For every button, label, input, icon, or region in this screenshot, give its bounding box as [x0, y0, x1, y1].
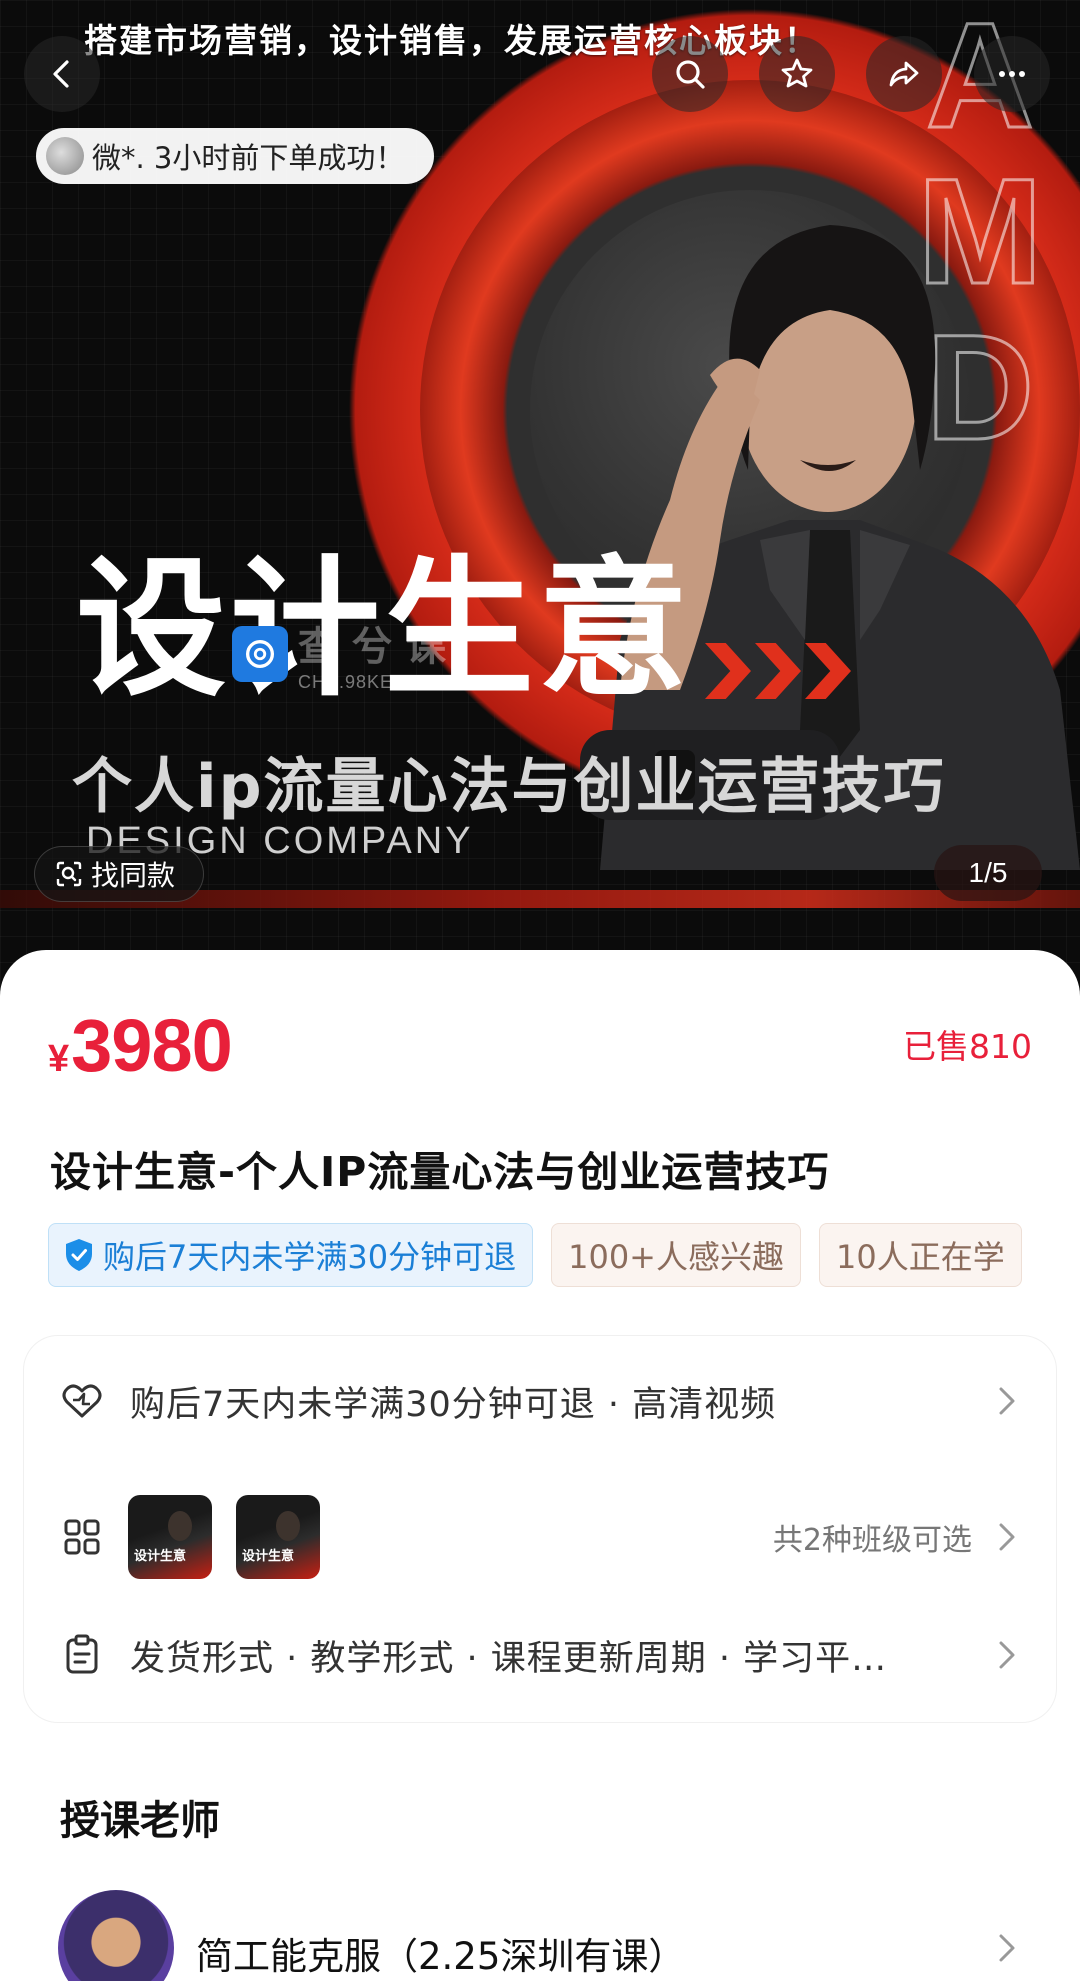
heart-guarantee-icon — [62, 1384, 102, 1418]
course-details-text: 发货形式 · 教学形式 · 课程更新周期 · 学习平… — [130, 1638, 888, 1679]
banner-subtitle: 个人ip流量心法与创业运营技巧 — [72, 752, 946, 822]
thumbnail-title: 设计生意 — [134, 1549, 187, 1564]
product-tags: 购后7天内未学满30分钟可退 100+人感兴趣 10人正在学 — [48, 1223, 1032, 1289]
chevron-right-icon — [999, 1387, 1015, 1415]
sold-count: 已售810 — [903, 1027, 1032, 1066]
course-banner-image[interactable]: A M D 搭建市场营销，设计销售，发展运营核心板块！ — [0, 0, 1080, 1000]
watermark-logo-icon — [232, 625, 288, 682]
currency-symbol: ¥ — [48, 1038, 70, 1080]
refund-policy-tag[interactable]: 购后7天内未学满30分钟可退 — [48, 1223, 534, 1287]
recent-order-text: 微*. 3小时前下单成功！ — [92, 141, 405, 175]
image-search-icon — [56, 861, 82, 887]
shield-check-icon — [66, 1239, 92, 1271]
share-button[interactable] — [866, 36, 942, 112]
watermark-text: 查兮课 — [298, 624, 460, 670]
tag-label: 10人正在学 — [836, 1238, 1005, 1276]
class-thumbnail[interactable]: 设计生意 — [236, 1495, 320, 1579]
instructor-name[interactable]: 简工能克服（2.25深圳有课） — [196, 1926, 685, 1980]
thumbnail-title: 设计生意 — [242, 1549, 295, 1564]
interest-tag: 100+人感兴趣 — [551, 1223, 801, 1287]
back-button[interactable] — [24, 36, 100, 112]
favorite-button[interactable] — [759, 36, 835, 112]
star-icon — [781, 58, 813, 88]
course-info-card: 购后7天内未学满30分钟可退 · 高清视频 设计生意 设计生意 共2种班级可选 — [24, 1336, 1056, 1722]
learning-now-tag: 10人正在学 — [819, 1223, 1022, 1287]
more-button[interactable] — [974, 36, 1050, 112]
course-details-row[interactable]: 发货形式 · 教学形式 · 课程更新周期 · 学习平… — [24, 1610, 1056, 1700]
banner-arrow-chevrons — [705, 643, 851, 699]
product-title: 设计生意-个人IP流量心法与创业运营技巧 — [50, 1148, 830, 1196]
find-similar-label: 找同款 — [91, 859, 176, 892]
image-page-indicator: 1/5 — [934, 845, 1042, 901]
share-icon — [889, 61, 919, 87]
instructor-heading: 授课老师 — [60, 1798, 220, 1844]
refund-info-text: 购后7天内未学满30分钟可退 · 高清视频 — [130, 1384, 777, 1425]
grid-icon — [64, 1519, 100, 1555]
search-icon — [676, 60, 705, 89]
refund-info-row[interactable]: 购后7天内未学满30分钟可退 · 高清视频 — [24, 1356, 1056, 1446]
chevron-right-icon[interactable] — [996, 1930, 1018, 1966]
price: ¥ 3980 — [48, 1003, 233, 1088]
instructor-avatar[interactable] — [58, 1890, 174, 1981]
watermark-domain: CHA.98KE.COM — [298, 672, 445, 692]
recent-order-notice: 微*. 3小时前下单成功！ — [36, 128, 435, 184]
search-button[interactable] — [652, 36, 728, 112]
chevron-right-icon — [999, 1641, 1015, 1669]
price-value: 3980 — [71, 1004, 233, 1087]
chevron-left-icon — [53, 60, 69, 88]
buyer-avatar — [46, 137, 84, 175]
class-options-row[interactable]: 设计生意 设计生意 共2种班级可选 — [24, 1482, 1056, 1592]
tag-label: 购后7天内未学满30分钟可退 — [103, 1238, 517, 1276]
more-dots-icon — [999, 71, 1025, 77]
clipboard-icon — [66, 1634, 98, 1674]
class-count-text: 共2种班级可选 — [772, 1523, 972, 1558]
chevron-right-icon — [999, 1523, 1015, 1551]
tag-label: 100+人感兴趣 — [568, 1238, 784, 1276]
class-thumbnail[interactable]: 设计生意 — [128, 1495, 212, 1579]
instructor-card: 授课老师 简工能克服（2.25深圳有课） — [24, 1746, 1056, 1981]
find-similar-button[interactable]: 找同款 — [34, 846, 205, 902]
watermark: 查兮课 CHA.98KE.COM — [232, 614, 460, 693]
